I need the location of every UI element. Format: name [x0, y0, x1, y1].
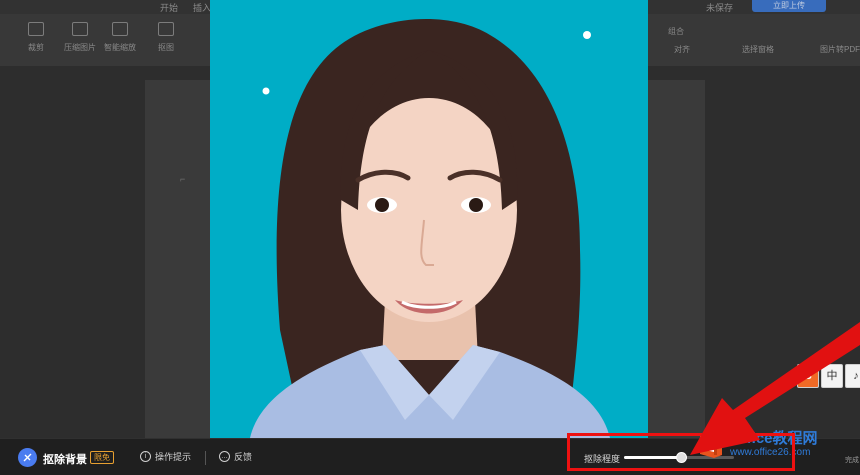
annotation-arrow-icon: [690, 322, 860, 455]
cutout-background-editor: 开始 插入 未保存 立即上传 裁剪 压缩图片 智能缩放 抠图 组合 对齐 选择窗…: [0, 0, 860, 475]
